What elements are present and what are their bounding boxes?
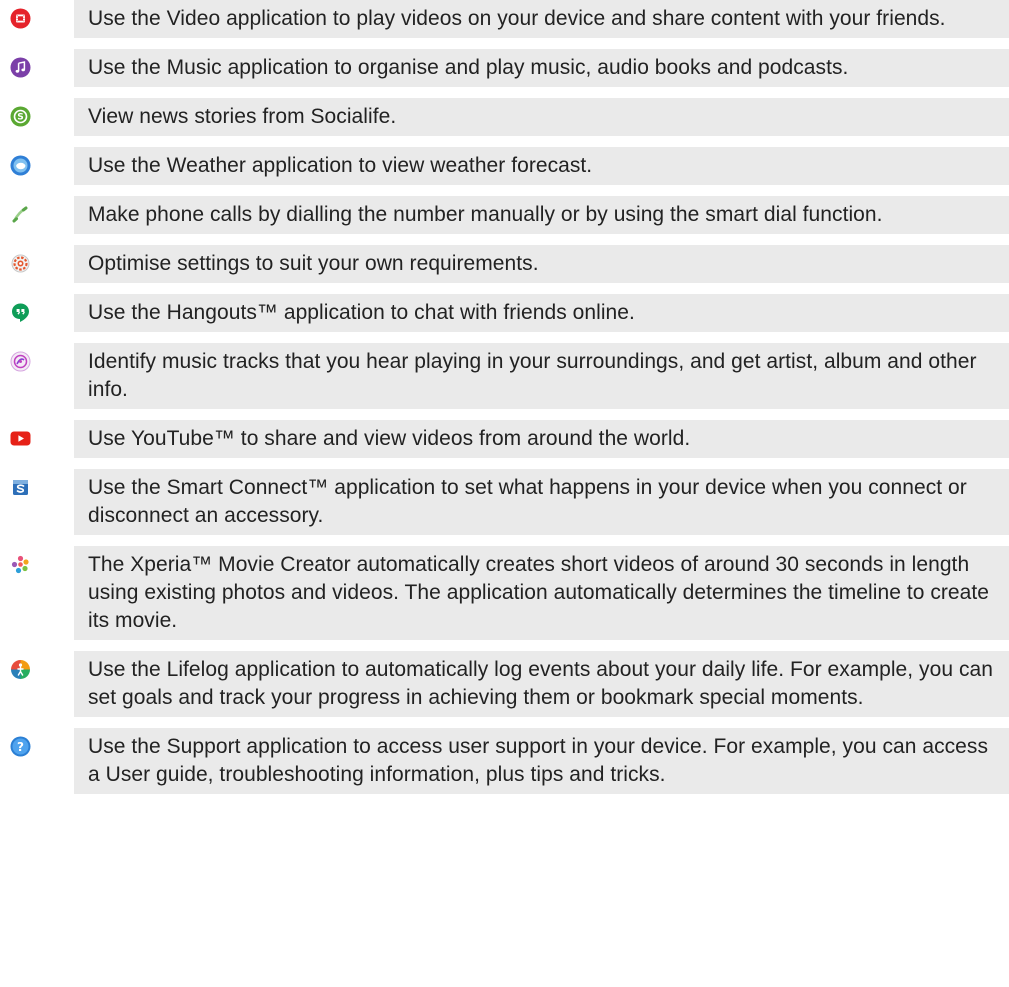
settings-icon — [10, 253, 31, 274]
app-description: Use the Music application to organise an… — [74, 49, 1009, 87]
app-description: Use the Hangouts™ application to chat wi… — [74, 294, 1009, 332]
app-description: View news stories from Socialife. — [74, 98, 1009, 136]
app-description: Make phone calls by dialling the number … — [74, 196, 1009, 234]
list-item: Make phone calls by dialling the number … — [0, 196, 1009, 234]
svg-text:?: ? — [17, 740, 24, 754]
list-item: The Xperia™ Movie Creator automatically … — [0, 546, 1009, 640]
svg-text:S: S — [17, 113, 23, 123]
list-item: Optimise settings to suit your own requi… — [0, 245, 1009, 283]
list-item: Use the Lifelog application to automatic… — [0, 651, 1009, 717]
app-description: Use the Smart Connect™ application to se… — [74, 469, 1009, 535]
phone-icon — [10, 204, 31, 225]
list-item: Use the Video application to play videos… — [0, 0, 1009, 38]
smart-connect-icon — [10, 477, 31, 498]
list-item: ? Use the Support application to access … — [0, 728, 1009, 794]
socialife-icon: S — [10, 106, 31, 127]
app-description: Use YouTube™ to share and view videos fr… — [74, 420, 1009, 458]
trackid-icon — [10, 351, 31, 372]
video-icon — [10, 8, 31, 29]
app-description-list: Use the Video application to play videos… — [0, 0, 1009, 805]
movie-creator-icon — [10, 554, 31, 575]
list-item: Use the Music application to organise an… — [0, 49, 1009, 87]
weather-icon — [10, 155, 31, 176]
app-description: Identify music tracks that you hear play… — [74, 343, 1009, 409]
lifelog-icon — [10, 659, 31, 680]
list-item: S View news stories from Socialife. — [0, 98, 1009, 136]
youtube-icon — [10, 428, 31, 449]
list-item: Identify music tracks that you hear play… — [0, 343, 1009, 409]
app-description: Use the Support application to access us… — [74, 728, 1009, 794]
hangouts-icon — [10, 302, 31, 323]
music-icon — [10, 57, 31, 78]
list-item: Use the Hangouts™ application to chat wi… — [0, 294, 1009, 332]
app-description: Use the Lifelog application to automatic… — [74, 651, 1009, 717]
list-item: Use the Weather application to view weat… — [0, 147, 1009, 185]
list-item: Use YouTube™ to share and view videos fr… — [0, 420, 1009, 458]
support-icon: ? — [10, 736, 31, 757]
app-description: The Xperia™ Movie Creator automatically … — [74, 546, 1009, 640]
list-item: Use the Smart Connect™ application to se… — [0, 469, 1009, 535]
app-description: Optimise settings to suit your own requi… — [74, 245, 1009, 283]
app-description: Use the Video application to play videos… — [74, 0, 1009, 38]
app-description: Use the Weather application to view weat… — [74, 147, 1009, 185]
